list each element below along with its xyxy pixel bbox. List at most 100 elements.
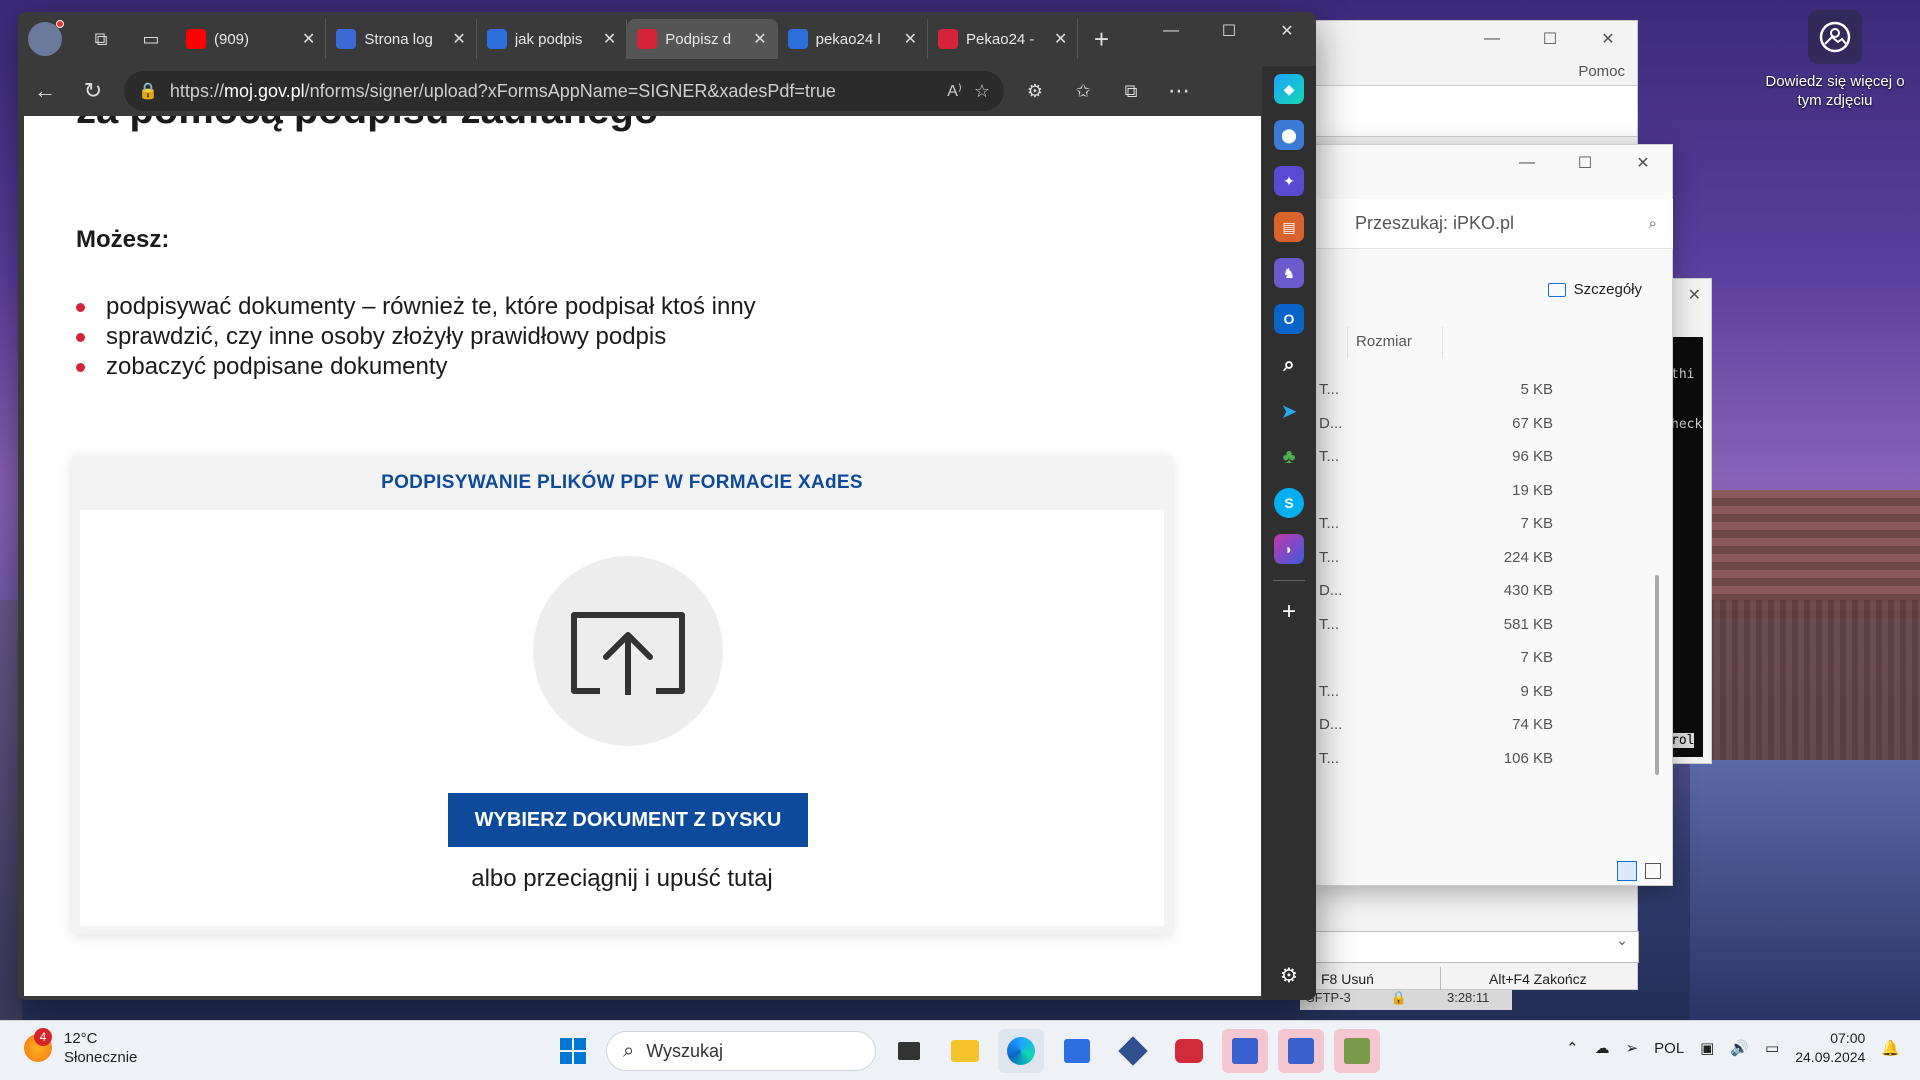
maximize-icon[interactable]: ☐	[1200, 12, 1258, 50]
commander-app-icon[interactable]	[1334, 1029, 1380, 1073]
edge-browser-icon[interactable]	[998, 1029, 1044, 1073]
close-tab-icon[interactable]: ✕	[1054, 29, 1067, 49]
maximize-icon[interactable]: ☐	[1556, 145, 1614, 181]
file-row[interactable]: T... 581 KB	[1315, 616, 1645, 640]
close-tab-icon[interactable]: ✕	[603, 29, 616, 49]
camera-app-icon[interactable]	[1166, 1029, 1212, 1073]
size-column-header[interactable]: Rozmiar	[1347, 327, 1443, 359]
tiles-view-icon[interactable]	[1645, 863, 1661, 879]
file-row[interactable]: T... 224 KB	[1315, 549, 1645, 573]
weather-widget[interactable]: 4 12°C Słonecznie	[24, 1028, 137, 1067]
file-row[interactable]: T... 106 KB	[1315, 750, 1645, 774]
add-icon[interactable]: +	[1274, 597, 1304, 627]
file-row[interactable]: 19 KB	[1315, 482, 1645, 506]
minimize-icon[interactable]: —	[1142, 12, 1200, 50]
profile-avatar[interactable]	[28, 20, 64, 56]
back-icon[interactable]: ←	[28, 74, 62, 108]
explorer-search-input[interactable]: Przeszukaj: iPKO.pl ⌕	[1315, 199, 1673, 249]
new-tab-button[interactable]: +	[1078, 24, 1124, 55]
f8-delete-button[interactable]: F8 Usuń	[1301, 967, 1441, 991]
learn-about-photo-desktop-icon[interactable]: Dowiedz się więcej o tym zdjęciu	[1760, 10, 1910, 110]
designer-icon[interactable]: ◗	[1274, 534, 1304, 564]
network-icon[interactable]: ▣	[1700, 1039, 1714, 1057]
browser-tab[interactable]: Pekao24 - ✕	[928, 19, 1079, 59]
file-explorer-window[interactable]: — ☐ ✕ Przeszukaj: iPKO.pl ⌕ Szczegóły Ro…	[1314, 144, 1673, 886]
altf4-exit-button[interactable]: Alt+F4 Zakończ	[1441, 967, 1587, 991]
close-icon[interactable]: ✕	[1579, 21, 1637, 57]
minimize-icon[interactable]: —	[1498, 145, 1556, 181]
choose-document-button[interactable]: WYBIERZ DOKUMENT Z DYSKU	[448, 793, 808, 847]
file-row[interactable]: D... 430 KB	[1315, 582, 1645, 606]
games-icon[interactable]: ♞	[1274, 258, 1304, 288]
vertical-tabs-icon[interactable]: ▭	[126, 29, 176, 50]
details-view-icon[interactable]	[1617, 861, 1637, 881]
extensions-icon[interactable]: ⚙	[1018, 74, 1052, 108]
upload-icon[interactable]	[533, 556, 723, 746]
refresh-icon[interactable]: ↻	[76, 74, 110, 108]
minimize-icon[interactable]: —	[1463, 21, 1521, 57]
close-tab-icon[interactable]: ✕	[452, 29, 465, 49]
chevron-up-icon[interactable]: ⌃	[1566, 1039, 1579, 1057]
shapes-icon[interactable]: ✦	[1274, 166, 1304, 196]
file-row[interactable]: T... 96 KB	[1315, 448, 1645, 472]
taskbar-search-input[interactable]: ⌕ Wyszukaj	[606, 1031, 876, 1071]
save-disk-icon[interactable]	[1278, 1029, 1324, 1073]
details-pane-button[interactable]: Szczegóły	[1547, 281, 1642, 298]
favorite-star-icon[interactable]: ☆	[974, 81, 990, 102]
browser-tab[interactable]: (909) ✕	[176, 19, 327, 59]
browser-window[interactable]: ⧉ ▭ (909) ✕ Strona log ✕ jak podpis ✕ Podpisz …	[18, 12, 1316, 1000]
close-tab-icon[interactable]: ✕	[904, 29, 917, 49]
outlook-icon[interactable]: O	[1274, 304, 1304, 334]
browser-tab[interactable]: pekao24 l ✕	[778, 19, 929, 59]
path-combo[interactable]: ⌄	[1301, 931, 1639, 963]
file-row[interactable]: T... 7 KB	[1315, 515, 1645, 539]
close-tab-icon[interactable]: ✕	[753, 29, 766, 49]
close-tab-icon[interactable]: ✕	[302, 29, 315, 49]
skype-icon[interactable]: S	[1274, 488, 1304, 518]
store-icon[interactable]	[1054, 1029, 1100, 1073]
file-row[interactable]: D... 74 KB	[1315, 716, 1645, 740]
file-row[interactable]: T... 5 KB	[1315, 381, 1645, 405]
maximize-icon[interactable]: ☐	[1521, 21, 1579, 57]
shopping-tag-icon[interactable]: ⬤	[1274, 120, 1304, 150]
virtualbox-icon[interactable]	[1110, 1029, 1156, 1073]
settings-gear-icon[interactable]: ⚙	[1274, 960, 1304, 990]
tree-icon[interactable]: ♣	[1274, 442, 1304, 472]
notifications-bell-icon[interactable]: 🔔	[1881, 1039, 1900, 1057]
close-icon[interactable]: ✕	[1614, 145, 1672, 181]
collections-icon[interactable]: ⧉	[1114, 74, 1148, 108]
start-windows-icon[interactable]	[550, 1029, 596, 1073]
clock[interactable]: 07:00 24.09.2024	[1795, 1029, 1865, 1067]
favorites-icon[interactable]: ✩	[1066, 74, 1100, 108]
more-menu-icon[interactable]: ⋯	[1162, 74, 1196, 108]
browser-tab[interactable]: Podpisz d ✕	[627, 19, 778, 59]
copilot-icon[interactable]: ◆	[1274, 74, 1304, 104]
read-aloud-icon[interactable]: A⁾	[947, 81, 962, 101]
file-row[interactable]: T... 9 KB	[1315, 683, 1645, 707]
tools-icon[interactable]: ▤	[1274, 212, 1304, 242]
file-dropzone[interactable]: WYBIERZ DOKUMENT Z DYSKU albo przeciągni…	[80, 510, 1164, 926]
file-size: 67 KB	[1512, 414, 1553, 432]
save-disk-icon[interactable]	[1222, 1029, 1268, 1073]
browser-tab[interactable]: jak podpis ✕	[477, 19, 628, 59]
task-view-icon[interactable]	[886, 1029, 932, 1073]
help-menu[interactable]: Pomoc	[1578, 63, 1625, 80]
browser-tab[interactable]: Strona log ✕	[326, 19, 477, 59]
workspaces-icon[interactable]: ⧉	[76, 29, 126, 50]
scrollbar-thumb[interactable]	[1655, 575, 1659, 775]
search-icon[interactable]: ⌕	[1274, 350, 1304, 380]
lock-icon[interactable]: 🔒	[138, 81, 158, 101]
date: 24.09.2024	[1795, 1049, 1866, 1065]
file-row[interactable]: 7 KB	[1315, 649, 1645, 673]
volume-icon[interactable]: 🔊	[1730, 1039, 1749, 1057]
language-indicator[interactable]: POL	[1654, 1040, 1684, 1057]
url-input[interactable]: 🔒 https://moj.gov.pl/nforms/signer/uploa…	[124, 71, 1004, 111]
close-icon[interactable]: ✕	[1258, 12, 1316, 50]
battery-icon[interactable]: ▭	[1765, 1039, 1779, 1057]
file-row[interactable]: D... 67 KB	[1315, 415, 1645, 439]
location-icon[interactable]: ➢	[1626, 1039, 1639, 1057]
close-icon[interactable]: ✕	[1688, 285, 1701, 305]
file-explorer-icon[interactable]	[942, 1029, 988, 1073]
telegram-icon[interactable]: ➤	[1274, 396, 1304, 426]
cloud-icon[interactable]: ☁	[1595, 1039, 1610, 1057]
